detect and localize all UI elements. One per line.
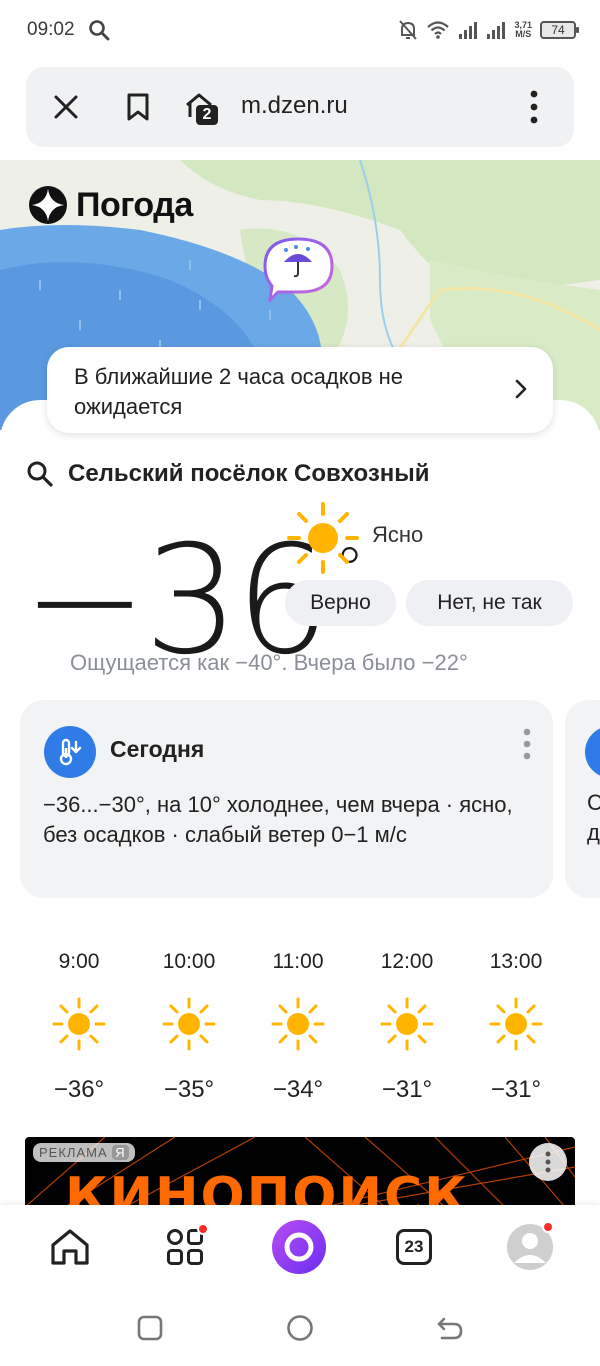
pogoda-logo[interactable]: Погода: [28, 185, 193, 225]
deny-button[interactable]: Нет, не так: [406, 580, 573, 626]
hourly-item[interactable]: 12:00 −31°: [362, 950, 452, 1104]
tabs-button[interactable]: 2: [178, 87, 224, 127]
close-icon: [54, 95, 78, 119]
browser-url-bar: 2 m.dzen.ru: [26, 67, 574, 147]
wifi-icon: [427, 21, 450, 39]
nav-calendar[interactable]: 23: [386, 1219, 442, 1275]
status-icons: 3,71 M/S 74: [398, 16, 579, 44]
hour-time: 12:00: [380, 950, 434, 973]
umbrella-pin-icon[interactable]: [262, 236, 342, 302]
sun-icon: [287, 502, 359, 574]
circle-icon: [287, 1315, 313, 1341]
sun-icon: [271, 997, 325, 1051]
back-button[interactable]: [435, 1313, 465, 1343]
next-card[interactable]: С д: [565, 700, 600, 898]
search-icon: [89, 20, 110, 41]
thermometer-down-icon: [44, 726, 96, 778]
weather-condition: Ясно: [372, 522, 424, 547]
tab-count-badge: 2: [196, 105, 218, 125]
hour-time: 10:00: [162, 950, 216, 973]
notification-dot: [197, 1223, 209, 1235]
precipitation-message: В ближайшие 2 часа осадков не ожидается: [74, 364, 404, 419]
chevron-right-icon: [515, 379, 527, 399]
hourly-item[interactable]: 13:00 −31°: [471, 950, 561, 1104]
nav-alice[interactable]: [271, 1219, 327, 1275]
bottom-navigation: 23: [0, 1205, 600, 1289]
hour-temperature: −35°: [163, 1076, 215, 1103]
ad-banner[interactable]: РЕКЛАМА Я КИНОПОИСК: [25, 1137, 575, 1207]
sun-icon: [162, 997, 216, 1051]
home-icon: [51, 1229, 89, 1265]
today-summary: −36...−30°, на 10° холоднее, чем вчера ·…: [43, 792, 513, 847]
alice-assistant-icon: [272, 1220, 326, 1274]
battery-indicator: 74: [540, 21, 579, 39]
system-navigation: [0, 1289, 600, 1366]
nav-profile[interactable]: [502, 1219, 558, 1275]
search-icon: [27, 461, 53, 487]
sun-icon: [52, 997, 106, 1051]
url-text[interactable]: m.dzen.ru: [241, 92, 348, 120]
precipitation-card[interactable]: В ближайшие 2 часа осадков не ожидается: [47, 347, 553, 433]
ad-label: РЕКЛАМА Я: [33, 1143, 135, 1162]
status-bar: 09:02 3,71 M/S 74: [0, 0, 600, 60]
hour-temperature: −34°: [272, 1076, 324, 1103]
ad-menu-button[interactable]: [529, 1143, 567, 1181]
hour-time: 13:00: [489, 950, 543, 973]
bookmark-icon: [127, 93, 149, 121]
hour-temperature: −31°: [490, 1076, 542, 1103]
bookmark-button[interactable]: [118, 87, 158, 127]
location-name: Сельский посёлок Совхозный: [68, 460, 430, 487]
home-system-button[interactable]: [285, 1313, 315, 1343]
signal-icon-1: [459, 22, 478, 39]
close-button[interactable]: [46, 87, 86, 127]
more-vertical-icon: [545, 1151, 551, 1173]
nav-services[interactable]: [157, 1219, 213, 1275]
confirm-button[interactable]: Верно: [285, 580, 396, 626]
hour-time: 9:00: [58, 950, 100, 973]
recent-apps-button[interactable]: [135, 1313, 165, 1343]
logo-icon: [29, 186, 67, 224]
sun-icon: [489, 997, 543, 1051]
back-arrow-icon: [437, 1317, 463, 1340]
sun-icon: [380, 997, 434, 1051]
hour-temperature: −36°: [53, 1076, 105, 1103]
hourly-item[interactable]: 10:00 −35°: [144, 950, 234, 1104]
calendar-icon: 23: [396, 1229, 432, 1265]
signal-icon-2: [487, 22, 506, 39]
ad-brand-text: КИНОПОИСК: [65, 1167, 469, 1207]
feels-like-text: Ощущается как −40°. Вчера было −22°: [70, 650, 468, 675]
nav-home[interactable]: [42, 1219, 98, 1275]
more-vertical-icon: [530, 90, 538, 124]
square-icon: [137, 1315, 163, 1341]
location-row[interactable]: Сельский посёлок Совхозный: [26, 460, 430, 488]
today-card[interactable]: Сегодня −36...−30°, на 10° холоднее, чем…: [20, 700, 553, 898]
hourly-item[interactable]: 9:00 −36°: [34, 950, 124, 1104]
status-time: 09:02: [27, 19, 75, 40]
network-speed: 3,71 M/S: [514, 20, 532, 39]
notification-dot: [542, 1221, 554, 1233]
card-icon: [585, 726, 600, 778]
menu-button[interactable]: [514, 87, 554, 127]
more-vertical-icon[interactable]: [523, 728, 531, 760]
hour-time: 11:00: [272, 950, 324, 973]
today-title: Сегодня: [110, 736, 205, 762]
logo-text: Погода: [76, 185, 193, 224]
hourly-item[interactable]: 11:00 −34°: [253, 950, 343, 1104]
mute-bell-icon: [399, 20, 418, 40]
hour-temperature: −31°: [381, 1076, 433, 1103]
